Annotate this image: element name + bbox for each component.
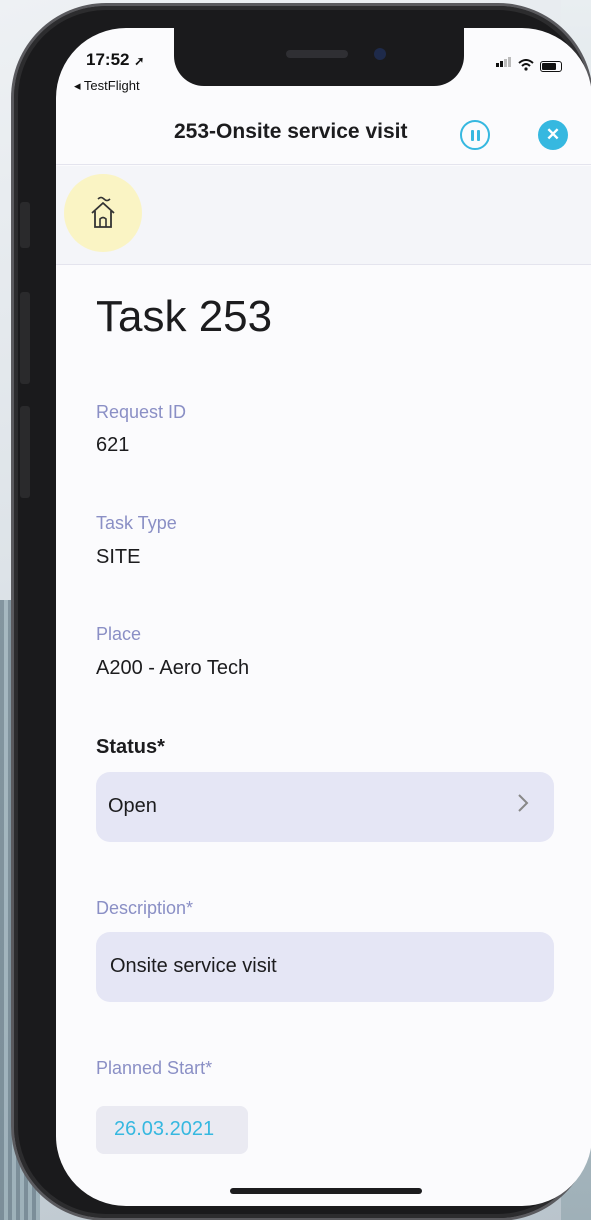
home-indicator: [230, 1188, 422, 1194]
planned-start-value: 26.03.2021: [114, 1118, 215, 1140]
status-select[interactable]: Open: [96, 772, 554, 842]
toolbar-divider: [56, 264, 591, 265]
task-type-value: SITE: [96, 546, 141, 568]
chevron-right-icon: [516, 792, 530, 821]
signal-icon: [496, 54, 512, 72]
volume-up-button: [20, 292, 30, 384]
status-time-text: 17:52: [86, 50, 130, 69]
location-arrow-icon: ➚: [134, 54, 145, 68]
page-title: Task 253: [96, 292, 273, 341]
pause-button[interactable]: [460, 120, 490, 150]
phone-frame: 17:52 ➚ ◂ TestFlight 253-Onsite service …: [14, 6, 591, 1218]
screen: 17:52 ➚ ◂ TestFlight 253-Onsite service …: [56, 28, 591, 1206]
back-app-label: TestFlight: [83, 78, 140, 93]
wifi-icon: [518, 59, 534, 72]
request-id-label: Request ID: [96, 402, 187, 422]
status-time: 17:52 ➚: [86, 50, 144, 70]
request-id-value: 621: [96, 434, 130, 456]
battery-icon: [540, 61, 562, 72]
close-icon: ✕: [545, 125, 561, 144]
nav-header: 253-Onsite service visit ✕: [56, 106, 591, 166]
task-type-label: Task Type: [96, 513, 177, 533]
back-to-app-link[interactable]: ◂ TestFlight: [74, 78, 140, 94]
pause-icon-bar-right: [476, 129, 480, 141]
header-title: 253-Onsite service visit: [174, 120, 408, 143]
status-label: Status*: [96, 736, 165, 758]
close-button[interactable]: ✕: [538, 120, 568, 150]
mute-switch: [20, 202, 30, 248]
description-label: Description*: [96, 898, 194, 918]
status-icons: [496, 54, 562, 72]
place-value: A200 - Aero Tech: [96, 657, 250, 679]
volume-down-button: [20, 406, 30, 498]
status-value: Open: [108, 795, 157, 817]
header-divider: [56, 164, 591, 165]
home-icon: [91, 196, 115, 228]
earpiece-speaker: [286, 50, 348, 58]
planned-start-label: Planned Start*: [96, 1058, 213, 1078]
planned-start-date-picker[interactable]: 26.03.2021: [96, 1106, 248, 1154]
notch: [174, 28, 464, 86]
description-value: Onsite service visit: [110, 955, 277, 977]
place-label: Place: [96, 624, 142, 644]
back-triangle-icon: ◂: [74, 78, 81, 93]
front-camera: [374, 48, 386, 60]
pause-icon-bar-left: [470, 129, 474, 141]
toolbar: [56, 166, 591, 264]
home-button[interactable]: [64, 174, 142, 252]
description-input[interactable]: Onsite service visit: [96, 932, 554, 1002]
